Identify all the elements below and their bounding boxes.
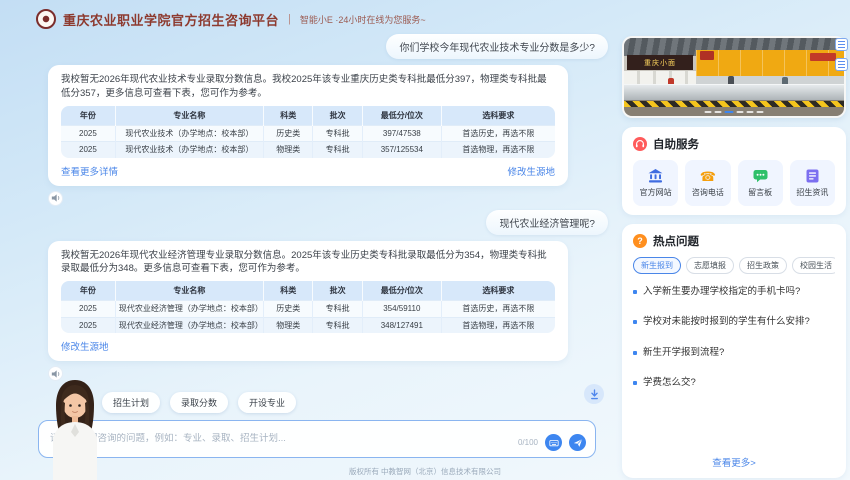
self-service-title: 自助服务: [653, 136, 699, 152]
striped-rail: [624, 101, 844, 107]
send-button[interactable]: [569, 434, 586, 451]
service-tiles: 官方网站 ☎ 咨询电话 留言板 招生资讯: [633, 160, 835, 206]
self-service-card: 自助服务 官方网站 ☎ 咨询电话 留言板: [622, 127, 846, 215]
carousel-dot[interactable]: [747, 111, 754, 113]
service-official-website[interactable]: 官方网站: [633, 160, 678, 206]
col-year: 年份: [61, 106, 115, 126]
floating-widgets: [835, 38, 848, 71]
service-phone[interactable]: ☎ 咨询电话: [685, 160, 730, 206]
bot-reply-card-1: 我校暂无2026年现代农业技术专业录取分数信息。我校2025年该专业重庆历史类专…: [48, 65, 568, 186]
carousel-dot[interactable]: [715, 111, 722, 113]
table-row: 2025 现代农业经济管理（办学地点：校本部） 历史类 专科批 354/5911…: [61, 301, 555, 318]
page: 重庆农业职业学院官方招生咨询平台 | 智能小E ·24小时在线为您服务~ 你们学…: [0, 0, 850, 480]
platform-title: 重庆农业职业学院官方招生咨询平台: [63, 10, 279, 29]
col-major: 专业名称: [115, 106, 263, 126]
col-batch: 批次: [313, 106, 362, 126]
canteen-sign: 重庆小面: [627, 55, 693, 70]
floating-widget-top[interactable]: [835, 38, 848, 51]
arrow-down-icon: [589, 389, 600, 400]
question-item[interactable]: 入学新生要办理学校指定的手机卡吗?: [633, 286, 835, 298]
hot-questions-card: ? 热点问题 新生报到 志愿填报 招生政策 校园生活 > 入学新生要办理学校指定…: [622, 224, 846, 478]
bot-reply-text: 我校暂无2026年现代农业经济管理专业录取分数信息。2025年该专业历史类专科批…: [61, 249, 555, 277]
header: 重庆农业职业学院官方招生咨询平台 | 智能小E ·24小时在线为您服务~: [36, 9, 426, 29]
assistant-avatar: [46, 376, 104, 480]
service-message-board[interactable]: 留言板: [738, 160, 783, 206]
question-item[interactable]: 学费怎么交?: [633, 377, 835, 389]
list-icon: [838, 61, 845, 68]
bot-reply-text: 我校暂无2026年现代农业技术专业录取分数信息。我校2025年该专业重庆历史类专…: [61, 73, 555, 101]
voice-keyboard-button[interactable]: [545, 434, 562, 451]
chip-admission-scores[interactable]: 录取分数: [170, 392, 228, 413]
school-logo-icon: [36, 9, 56, 29]
scroll-to-bottom-button[interactable]: [584, 384, 604, 404]
tab-campus-life[interactable]: 校园生活: [792, 257, 835, 274]
floating-widget-bottom[interactable]: [835, 58, 848, 71]
bullet-icon: [633, 351, 637, 355]
bullet-icon: [633, 290, 637, 294]
user-bubble: 现代农业经济管理呢?: [486, 210, 608, 235]
tab-new-student-checkin[interactable]: 新生报到: [633, 257, 681, 274]
view-more-details-link[interactable]: 查看更多详情: [61, 164, 118, 178]
change-origin-link[interactable]: 修改生源地: [61, 339, 109, 353]
question-item[interactable]: 学校对未能按时报到的学生有什么安排?: [633, 316, 835, 328]
scores-table-1: 年份 专业名称 科类 批次 最低分/位次 选科要求 2025 现代农业技术（办学…: [61, 106, 555, 158]
table-header-row: 年份 专业名称 科类 批次 最低分/位次 选科要求: [61, 281, 555, 301]
user-message-1: 你们学校今年现代农业技术专业分数是多少?: [30, 34, 608, 59]
carousel-dot[interactable]: [757, 111, 764, 113]
tab-admission-policy[interactable]: 招生政策: [739, 257, 787, 274]
chat-area: 你们学校今年现代农业技术专业分数是多少? 我校暂无2026年现代农业技术专业录取…: [30, 34, 608, 385]
campus-photo-carousel: 重庆小面: [622, 36, 846, 118]
user-message-2: 现代农业经济管理呢?: [30, 210, 608, 235]
message-input-container: 0/100: [38, 420, 596, 458]
suggestion-chips: 招生计划 录取分数 开设专业: [102, 392, 608, 413]
bank-icon: [648, 169, 663, 184]
carousel-dots: [705, 111, 764, 113]
message-input[interactable]: [50, 433, 430, 444]
list-icon: [838, 41, 845, 48]
question-badge-icon: ?: [633, 234, 647, 248]
title-divider: |: [288, 13, 291, 25]
sidebar: 重庆小面 自助服务: [622, 36, 846, 478]
speaker-button-1[interactable]: [48, 191, 63, 206]
table-row: 2025 现代农业技术（办学地点：校本部） 物理类 专科批 357/125534…: [61, 142, 555, 158]
question-list: 入学新生要办理学校指定的手机卡吗? 学校对未能按时报到的学生有什么安排? 新生开…: [633, 286, 835, 455]
speaker-icon: [51, 193, 61, 203]
service-admission-news[interactable]: 招生资讯: [790, 160, 835, 206]
composer: 招生计划 录取分数 开设专业 0/100: [30, 392, 608, 458]
phone-icon: ☎: [700, 169, 716, 184]
bot-reply-card-2: 我校暂无2026年现代农业经济管理专业录取分数信息。2025年该专业历史类专科批…: [48, 241, 568, 362]
carousel-dot[interactable]: [737, 111, 744, 113]
chat-bubble-icon: [753, 169, 768, 184]
hot-question-tabs: 新生报到 志愿填报 招生政策 校园生活 >: [633, 257, 835, 274]
chip-enrollment-plan[interactable]: 招生计划: [102, 392, 160, 413]
question-item[interactable]: 新生开学报到流程?: [633, 347, 835, 359]
keyboard-icon: [549, 438, 559, 448]
char-counter: 0/100: [518, 438, 538, 447]
col-require: 选科要求: [441, 106, 555, 126]
headset-icon: [633, 137, 647, 151]
col-score: 最低分/位次: [362, 106, 441, 126]
table-row: 2025 现代农业技术（办学地点：校本部） 历史类 专科批 397/47538 …: [61, 125, 555, 142]
carousel-dot[interactable]: [705, 111, 712, 113]
scores-table-2: 年份 专业名称 科类 批次 最低分/位次 选科要求 2025 现代农业经济管理（…: [61, 281, 555, 333]
counter: [624, 84, 844, 100]
col-subject: 科类: [264, 106, 313, 126]
send-icon: [573, 438, 583, 448]
chip-majors-offered[interactable]: 开设专业: [238, 392, 296, 413]
change-origin-link[interactable]: 修改生源地: [507, 164, 555, 178]
tab-application[interactable]: 志愿填报: [686, 257, 734, 274]
table-row: 2025 现代农业经济管理（办学地点：校本部） 物理类 专科批 348/1274…: [61, 317, 555, 333]
bullet-icon: [633, 381, 637, 385]
user-bubble: 你们学校今年现代农业技术专业分数是多少?: [386, 34, 608, 59]
bullet-icon: [633, 320, 637, 324]
document-icon: [806, 169, 819, 184]
hot-questions-title: 热点问题: [653, 233, 699, 249]
table-header-row: 年份 专业名称 科类 批次 最低分/位次 选科要求: [61, 106, 555, 126]
assistant-tagline: 智能小E ·24小时在线为您服务~: [300, 13, 426, 26]
view-more-link[interactable]: 查看更多>: [633, 455, 835, 469]
carousel-dot-active[interactable]: [725, 111, 734, 113]
